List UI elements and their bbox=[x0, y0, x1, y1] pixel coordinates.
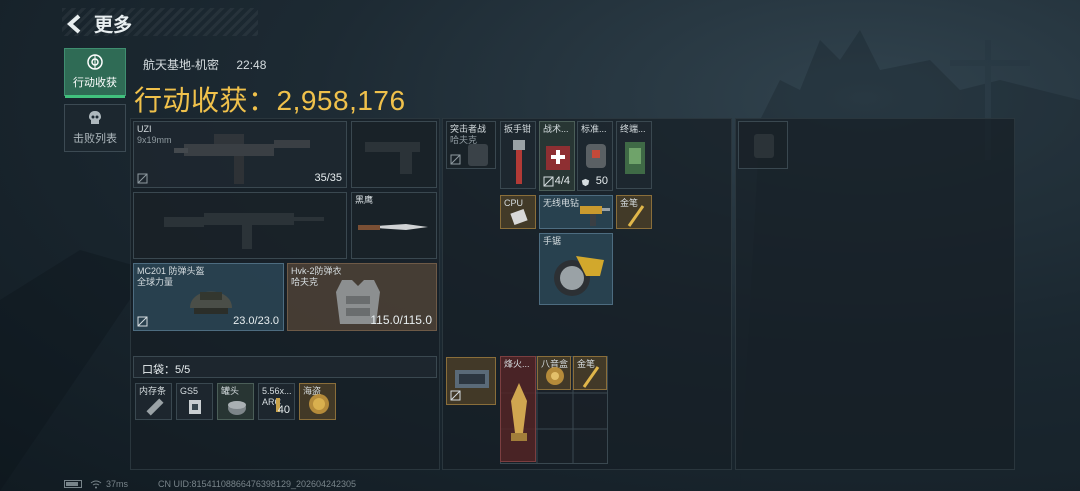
helmet-name: MC201 防弹头盔 bbox=[137, 266, 205, 276]
wifi-icon bbox=[90, 480, 102, 488]
ping: 37ms bbox=[106, 479, 129, 489]
raid-time: 22:48 bbox=[236, 58, 267, 72]
lock-icon bbox=[137, 316, 148, 327]
tab-kills-label: 击败列表 bbox=[73, 133, 117, 145]
smg-icon bbox=[174, 134, 310, 184]
target-icon bbox=[87, 54, 103, 70]
melee-name: 黑鹰 bbox=[355, 195, 374, 205]
pistol-icon bbox=[365, 142, 420, 174]
loot-total: 行动收获：2,958,176 bbox=[134, 85, 406, 116]
item-name: 战术... bbox=[543, 124, 569, 134]
back-label: 更多 bbox=[94, 15, 133, 36]
knife-icon bbox=[358, 224, 428, 230]
rifle-icon bbox=[164, 213, 324, 249]
raid-info: 航天基地-机密 22:48 bbox=[143, 56, 266, 73]
armor-plate-icon bbox=[586, 144, 606, 168]
medkit-icon bbox=[546, 146, 570, 170]
device-icon bbox=[189, 400, 201, 414]
extra-panel bbox=[735, 118, 1015, 470]
can-icon bbox=[228, 401, 246, 415]
lock-icon bbox=[137, 173, 148, 184]
primary-weapon-slot[interactable]: UZI 9x19mm 35/35 bbox=[133, 121, 347, 188]
pocket-header: 口袋：5/5 bbox=[133, 356, 437, 378]
tab-loot[interactable]: 行动收获 bbox=[64, 48, 126, 98]
terminal-icon bbox=[625, 142, 645, 174]
pocket-item[interactable]: GS5 bbox=[176, 383, 213, 420]
gold-pen-icon bbox=[627, 205, 645, 227]
secondary-weapon-slot-empty[interactable] bbox=[133, 192, 347, 259]
drill-icon bbox=[580, 206, 610, 226]
lock-icon bbox=[543, 176, 554, 187]
item-name: 扳手钳 bbox=[504, 124, 532, 134]
coin-icon bbox=[309, 394, 329, 414]
armor-slot[interactable]: Hvk-2防弹衣 哈夫克 115.0/115.0 bbox=[287, 263, 437, 331]
primary-weapon-name: UZI bbox=[137, 124, 152, 134]
map-name: 航天基地-机密 bbox=[143, 58, 219, 72]
battery-icon bbox=[64, 480, 82, 488]
safebox-icon bbox=[455, 370, 489, 388]
backpack-item[interactable]: 标准... 50 bbox=[577, 121, 613, 191]
pocket-item[interactable]: 海盗 bbox=[299, 383, 336, 420]
skull-icon bbox=[89, 111, 101, 124]
back-button[interactable]: 更多 bbox=[64, 10, 132, 37]
helmet-icon bbox=[190, 291, 232, 314]
lock-icon bbox=[450, 154, 461, 165]
chest-rig-icon bbox=[754, 134, 774, 158]
item-name: 烽火... bbox=[504, 359, 530, 369]
tab-loot-label: 行动收获 bbox=[73, 77, 117, 89]
status-bar: 37ms CN UID:8154110886647639812​9_202604… bbox=[64, 479, 356, 489]
pocket-label: 口袋：5/5 bbox=[142, 364, 191, 376]
backpack-item[interactable]: 终端... bbox=[616, 121, 652, 189]
primary-ammo-type: 9x19mm bbox=[137, 135, 172, 145]
backpack-item[interactable]: 金笔 bbox=[616, 195, 652, 229]
armor-durability: 115.0/115.0 bbox=[370, 313, 432, 327]
backpack-item[interactable]: 手锯 bbox=[539, 233, 613, 305]
primary-ammo-count: 35/35 bbox=[314, 172, 342, 184]
cpu-icon bbox=[510, 208, 528, 226]
backpack-item[interactable]: 无线电钻 bbox=[539, 195, 613, 229]
tab-kills[interactable]: 击败列表 bbox=[64, 104, 126, 152]
item-count: 50 bbox=[595, 175, 608, 187]
pocket-item[interactable]: 罐头 bbox=[217, 383, 254, 420]
backpack-item[interactable]: 扳手钳 bbox=[500, 121, 536, 189]
backpack-name: 突击者战 bbox=[450, 124, 487, 134]
uid: CN UID:8154110886647639812​9_20260424230… bbox=[158, 479, 357, 489]
helmet-durability: 23.0/23.0 bbox=[233, 315, 279, 327]
helmet-maker: 全球力量 bbox=[137, 277, 174, 287]
backpack-icon bbox=[468, 144, 488, 166]
saw-icon bbox=[554, 256, 604, 296]
chevron-left-icon bbox=[66, 14, 81, 33]
pocket-item-count: 40 bbox=[277, 404, 290, 416]
safebox-slot[interactable] bbox=[446, 357, 496, 405]
music-box-icon bbox=[546, 367, 564, 385]
wrench-icon bbox=[513, 140, 525, 184]
backpack-item[interactable]: CPU bbox=[500, 195, 536, 229]
shield-icon bbox=[581, 178, 590, 187]
chest-rig-slot-empty[interactable] bbox=[738, 121, 788, 169]
item-count: 4/4 bbox=[554, 175, 570, 187]
backpack-slot[interactable]: 突击者战 哈夫克 bbox=[446, 121, 496, 169]
safebox-item[interactable]: 八音盒 bbox=[537, 356, 571, 390]
pistol-slot-empty[interactable] bbox=[351, 121, 437, 188]
lock-icon bbox=[450, 390, 461, 401]
pocket-item[interactable]: 内存条 bbox=[135, 383, 172, 420]
gold-pen-icon bbox=[582, 366, 600, 388]
trophy-icon bbox=[511, 383, 527, 441]
armor-maker: 哈夫克 bbox=[291, 277, 319, 287]
item-name: 标准... bbox=[581, 124, 607, 134]
helmet-slot[interactable]: MC201 防弹头盔 全球力量 23.0/23.0 bbox=[133, 263, 284, 331]
pocket-item[interactable]: 5.56x... ARC 40 bbox=[258, 383, 295, 420]
item-name: 终端... bbox=[620, 124, 646, 134]
backpack-item[interactable]: 战术... 4/4 bbox=[539, 121, 575, 191]
melee-slot[interactable]: 黑鹰 bbox=[351, 192, 437, 259]
safebox-item[interactable]: 烽火... bbox=[500, 356, 536, 462]
safebox-item[interactable]: 金笔 bbox=[573, 356, 607, 390]
memory-stick-icon bbox=[146, 398, 164, 416]
